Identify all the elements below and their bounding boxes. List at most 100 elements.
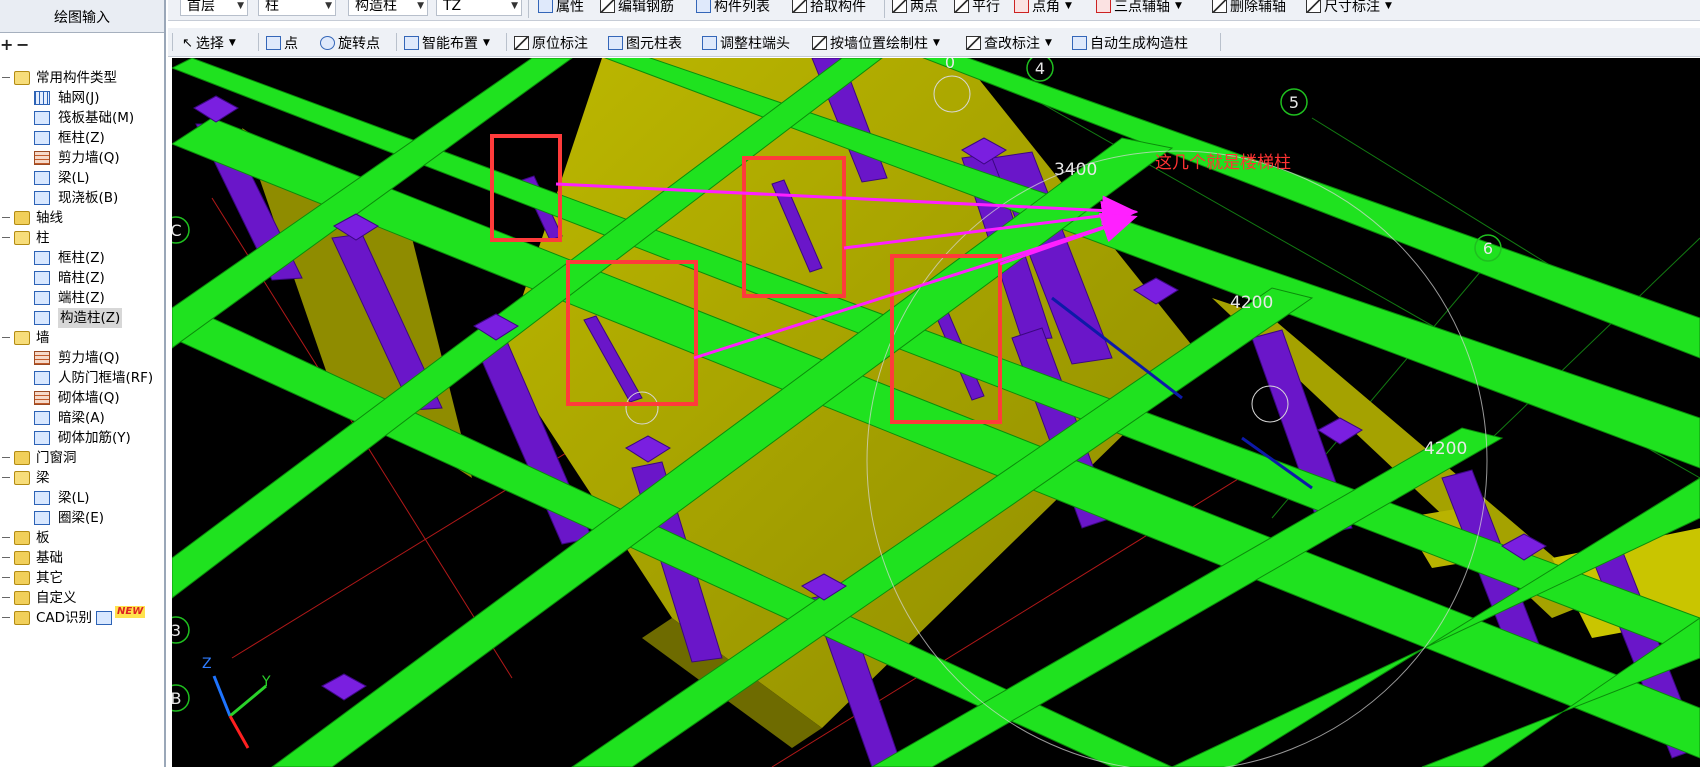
tree-item[interactable]: 现浇板(B) xyxy=(18,188,164,208)
tree-folder[interactable]: 柱 xyxy=(0,228,164,248)
folder-icon xyxy=(14,71,30,85)
point-button[interactable]: 点 xyxy=(266,32,298,54)
expand-icon[interactable] xyxy=(2,614,10,622)
properties-button[interactable]: 属性 xyxy=(538,0,584,16)
expand-all-button[interactable]: + xyxy=(0,37,13,53)
component-icon xyxy=(34,291,50,305)
tree-item[interactable]: 筏板基础(M) xyxy=(18,108,164,128)
dimension-button[interactable]: 尺寸标注 ▼ xyxy=(1306,0,1392,16)
panel-title[interactable]: 绘图输入 xyxy=(0,0,164,33)
edit-rebar-button[interactable]: 编辑钢筋 xyxy=(600,0,674,16)
folder-icon xyxy=(14,531,30,545)
axis-label-5: 5 xyxy=(1289,93,1299,112)
adjust-column-end-button[interactable]: 调整柱端头 xyxy=(702,32,790,54)
collapse-icon[interactable] xyxy=(2,74,10,82)
tree-folder[interactable]: 轴线 xyxy=(0,208,164,228)
parallel-icon xyxy=(954,0,969,13)
component-tree-panel: 绘图输入 + − 常用构件类型 轴网(J) 筏板基础(M) 框柱(Z) 剪力墙(Q) 梁(… xyxy=(0,0,166,767)
pen-icon xyxy=(600,0,615,13)
component-list-button[interactable]: 构件列表 xyxy=(696,0,770,16)
tree-folder[interactable]: 门窗洞 xyxy=(0,448,164,468)
tree-folder[interactable]: 板 xyxy=(0,528,164,548)
list-icon xyxy=(696,0,711,13)
rotate-point-button[interactable]: 旋转点 xyxy=(320,32,380,54)
parallel-axis-button[interactable]: 平行 xyxy=(954,0,1000,16)
check-label-button[interactable]: 查改标注 ▼ xyxy=(966,32,1052,54)
tree-item[interactable]: 砌体加筋(Y) xyxy=(18,428,164,448)
tree-folder[interactable]: 梁 xyxy=(0,468,164,488)
floor-select[interactable]: 首层 ▼ xyxy=(180,0,248,16)
tree-item[interactable]: 剪力墙(Q) xyxy=(18,348,164,368)
two-point-axis-button[interactable]: 两点 xyxy=(892,0,938,16)
expand-icon[interactable] xyxy=(2,454,10,462)
table-icon xyxy=(608,36,623,50)
tree-item[interactable]: 构造柱(Z) xyxy=(18,308,164,328)
dimension-icon xyxy=(1306,0,1321,13)
wall-icon xyxy=(34,151,50,165)
folder-icon xyxy=(14,551,30,565)
smart-layout-button[interactable]: 智能布置 ▼ xyxy=(404,32,490,54)
tree-folder[interactable]: 墙 xyxy=(0,328,164,348)
inplace-label-button[interactable]: 原位标注 xyxy=(514,32,588,54)
tree-item-label: 现浇板(B) xyxy=(58,190,119,206)
tree-item-label: 人防门框墙(RF) xyxy=(58,370,154,386)
collapse-all-button[interactable]: − xyxy=(16,37,29,53)
tree-folder[interactable]: 自定义 xyxy=(0,588,164,608)
tree-item[interactable]: 梁(L) xyxy=(18,488,164,508)
tree-folder[interactable]: 其它 xyxy=(0,568,164,588)
category-select[interactable]: 柱 ▼ xyxy=(258,0,336,16)
draw-by-wall-button[interactable]: 按墙位置绘制柱 ▼ xyxy=(812,32,940,54)
drawing-toolbar: ↖ 选择 ▼ 点 旋转点 智能布置 ▼ 原位标注 图元柱表 调整柱端头 按墙位置绘制柱… xyxy=(168,28,1700,57)
component-type-select[interactable]: 构造柱 ▼ xyxy=(348,0,428,16)
tree-item-label: 墙 xyxy=(36,330,50,346)
tree-item-label: 构造柱(Z) xyxy=(58,308,123,328)
tree-folder[interactable]: CAD识别 NEW xyxy=(0,606,164,628)
axis-label-6: 6 xyxy=(1483,239,1493,258)
stair-column-annotation: 这几个就是楼梯柱 xyxy=(1155,153,1291,173)
tree-item[interactable]: 轴网(J) xyxy=(18,88,164,108)
cursor-icon: ↖ xyxy=(182,35,193,51)
collapse-icon[interactable] xyxy=(2,334,10,342)
component-name-select[interactable]: TZ ▼ xyxy=(436,0,522,16)
component-icon xyxy=(34,411,50,425)
tree-item-label: 常用构件类型 xyxy=(36,70,117,86)
tree-item[interactable]: 砌体墙(Q) xyxy=(18,388,164,408)
expand-icon[interactable] xyxy=(2,534,10,542)
smart-layout-icon xyxy=(404,36,419,50)
column-table-button[interactable]: 图元柱表 xyxy=(608,32,682,54)
tree-item-label: 砌体加筋(Y) xyxy=(58,430,131,446)
tree-item[interactable]: 端柱(Z) xyxy=(18,288,164,308)
tree-item[interactable]: 梁(L) xyxy=(18,168,164,188)
main-toolbar: 首层 ▼ 柱 ▼ 构造柱 ▼ TZ ▼ 属性 编辑钢筋 构件列表 拾取构件 两点 平行 … xyxy=(168,0,1700,21)
three-point-axis-button[interactable]: 三点辅轴 ▼ xyxy=(1096,0,1182,16)
expand-icon[interactable] xyxy=(2,554,10,562)
point-angle-icon xyxy=(1014,0,1029,13)
component-icon xyxy=(34,191,50,205)
tree-item[interactable]: 暗柱(Z) xyxy=(18,268,164,288)
expand-icon[interactable] xyxy=(2,574,10,582)
pick-component-button[interactable]: 拾取构件 xyxy=(792,0,866,16)
expand-icon[interactable] xyxy=(2,594,10,602)
expand-icon[interactable] xyxy=(2,214,10,222)
wall-column-icon xyxy=(812,36,827,50)
tree-folder[interactable]: 基础 xyxy=(0,548,164,568)
select-button[interactable]: ↖ 选择 ▼ xyxy=(182,32,236,54)
delete-axis-button[interactable]: 删除辅轴 xyxy=(1212,0,1286,16)
auto-generate-column-button[interactable]: 自动生成构造柱 xyxy=(1072,32,1188,54)
point-angle-button[interactable]: 点角 ▼ xyxy=(1014,0,1072,16)
tree-item[interactable]: 框柱(Z) xyxy=(18,128,164,148)
collapse-icon[interactable] xyxy=(2,234,10,242)
tree-item[interactable]: 人防门框墙(RF) xyxy=(18,368,164,388)
auto-generate-icon xyxy=(1072,36,1087,50)
tree-item[interactable]: 圈梁(E) xyxy=(18,508,164,528)
tree-item[interactable]: 框柱(Z) xyxy=(18,248,164,268)
tree-item[interactable]: 暗梁(A) xyxy=(18,408,164,428)
tree-item[interactable]: 剪力墙(Q) xyxy=(18,148,164,168)
collapse-icon[interactable] xyxy=(2,474,10,482)
tree-item-label: 门窗洞 xyxy=(36,450,77,466)
adjust-icon xyxy=(702,36,717,50)
tree-item-label: 梁(L) xyxy=(58,170,90,186)
tree-folder[interactable]: 常用构件类型 xyxy=(0,68,164,88)
3d-viewport[interactable]: 4 5 6 C 3 B 0 3400 4200 4200 这几个就是楼梯柱 Z … xyxy=(172,58,1700,767)
cad-panel-icon[interactable] xyxy=(96,611,112,625)
